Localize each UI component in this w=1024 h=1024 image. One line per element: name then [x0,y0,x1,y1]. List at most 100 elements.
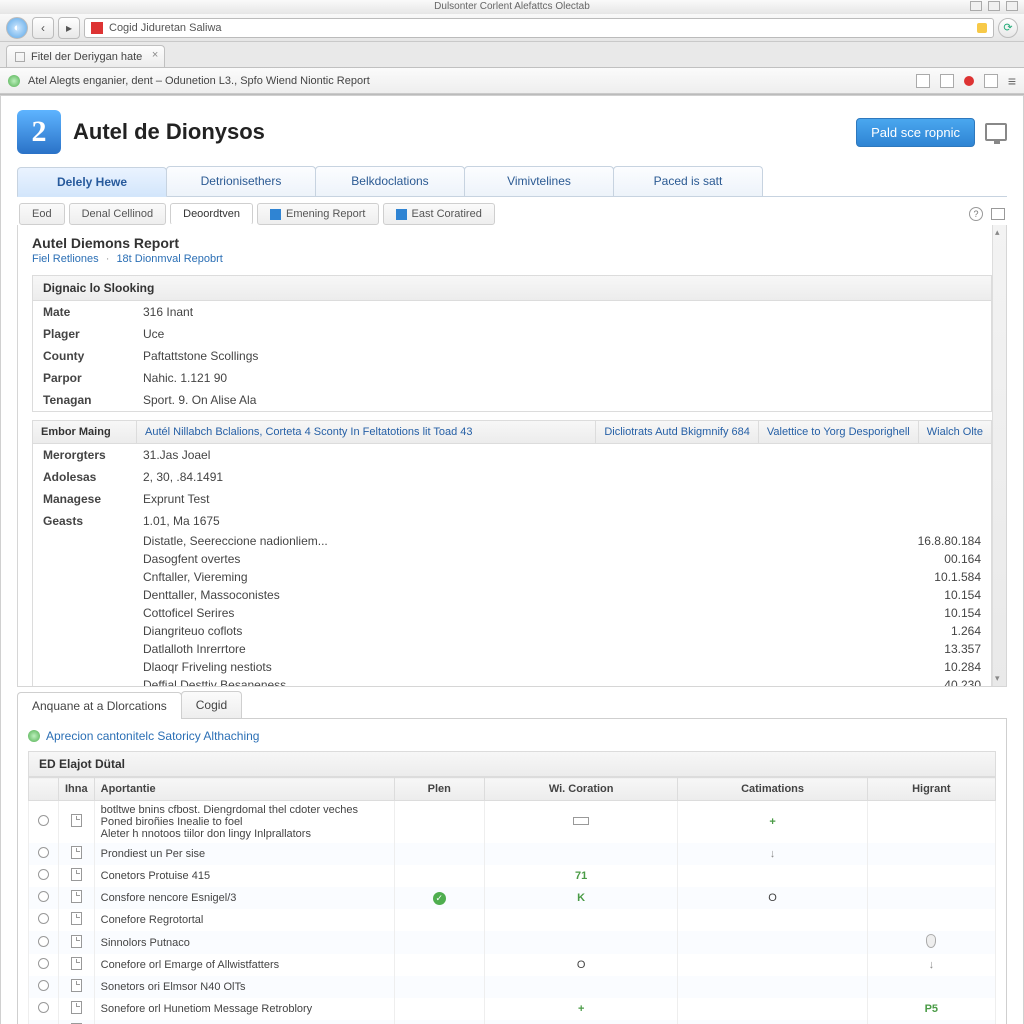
row-name[interactable]: Conefore Regrotortal [94,909,394,931]
lower-tab[interactable]: Cogid [181,691,242,718]
doc-icon[interactable] [71,1001,82,1014]
row-name[interactable]: Sonetors ori Elmsor N40 OlTs [94,976,394,998]
cell-plen [394,931,484,954]
main-tab[interactable]: Paced is satt [613,166,763,196]
ledger-row: Cottoficel Serires10.154 [33,604,991,622]
toolbar-icon[interactable] [916,74,930,88]
row-name[interactable]: Conetors Protuise 415 [94,865,394,887]
row-name[interactable]: Sonefore orl Hunetiom Message Retroblory [94,998,394,1020]
grid-row: Conetors Protuise 41571 [29,865,996,887]
row-radio[interactable] [38,980,49,991]
cell-plen: ✓ [394,887,484,909]
favicon-icon [91,22,103,34]
callout[interactable]: Aprecion cantonitelc Satoricy Althaching [28,727,996,751]
doc-icon[interactable] [71,979,82,992]
pin-icon [926,934,936,948]
grid-row: Sonetors ori Elmsor N40 OlTs [29,976,996,998]
doc-icon[interactable] [71,912,82,925]
toolbar-icon[interactable] [940,74,954,88]
main-tab[interactable]: Delely Hewe [17,167,167,197]
doc-icon[interactable] [71,846,82,859]
toolbar-icon[interactable] [984,74,998,88]
cell-cat [678,954,867,976]
ok-icon [28,730,40,742]
url-bar[interactable]: Cogid Jiduretan Saliwa [84,18,994,38]
tab-close-icon[interactable]: × [152,49,158,61]
help-icon[interactable]: ? [969,207,983,221]
header-link[interactable]: Autél Nillabch Bclalions, Corteta 4 Scon… [137,421,596,443]
reload-button[interactable]: ⟳ [998,18,1018,38]
sub-tab[interactable]: East Coratired [383,203,495,225]
summary-panel: Dignaic lo Slooking Mate316 Inant Plager… [32,275,992,412]
row-name[interactable]: botltwe bnins cfbost. Diengrdomal thel c… [94,801,394,844]
back-button[interactable]: ‹ [32,17,54,39]
cell-cat [678,865,867,887]
doc-icon[interactable] [71,957,82,970]
row-name[interactable]: Prondiest un Per sise [94,843,394,865]
row-radio[interactable] [38,1002,49,1013]
minimize-button[interactable] [970,1,982,11]
cell-hig [867,931,995,954]
grid-col-header[interactable]: Aportantie [94,778,394,801]
sub-tab[interactable]: Denal Cellinod [69,203,167,225]
doc-icon[interactable] [71,814,82,827]
cell-plen [394,865,484,887]
main-tab[interactable]: Belkdoclations [315,166,465,196]
cell-wi [484,801,678,844]
header-link[interactable]: Valettice to Yorg Desporighell [759,421,919,443]
cell-hig [867,801,995,844]
grid-col-header[interactable]: Ihna [59,778,95,801]
main-tab[interactable]: Vimivtelines [464,166,614,196]
row-radio[interactable] [38,869,49,880]
ledger-row: Cnftaller, Viereming10.1.584 [33,568,991,586]
header-cell: Embor Maing [33,421,137,443]
main-tab[interactable]: Detrionisethers [166,166,316,196]
panel-header: Dignaic lo Slooking [33,276,991,301]
breadcrumb-link[interactable]: 18t Dionmval Repobrt [116,253,222,265]
grid-col-header[interactable]: Plen [394,778,484,801]
menu-icon[interactable]: ≡ [1008,73,1016,89]
grid-col-header[interactable] [29,778,59,801]
breadcrumb-link[interactable]: Fiel Retliones [32,253,99,265]
row-radio[interactable] [38,958,49,969]
header-link[interactable]: Dicliotrats Autd Bkigmnify 684 [596,421,759,443]
sub-tab[interactable]: Emening Report [257,203,379,225]
scrollbar[interactable]: ▴▾ [992,225,1006,686]
row-radio[interactable] [38,913,49,924]
row-name[interactable]: Acnolors Suiagitore 2415 [94,1020,394,1024]
maximize-button[interactable] [988,1,1000,11]
ledger-desc: Cottoficel Serires [43,606,901,620]
row-name[interactable]: Sinnolors Putnaco [94,931,394,954]
sub-tab[interactable]: Deoordtven [170,203,253,225]
row-name[interactable]: Conefore orl Emarge of Allwistfatters [94,954,394,976]
expand-icon[interactable] [991,208,1005,220]
close-button[interactable] [1006,1,1018,11]
grid-col-header[interactable]: Wi. Coration [484,778,678,801]
doc-icon[interactable] [71,890,82,903]
lower-tab[interactable]: Anquane at a Dlorcations [17,692,182,719]
row-name[interactable]: Consfore nencore Esnigel/3 [94,887,394,909]
primary-action-button[interactable]: Pald sce ropnic [856,118,975,147]
row-radio[interactable] [38,936,49,947]
forward-button[interactable]: ▸ [58,17,80,39]
doc-icon[interactable] [71,868,82,881]
row-radio[interactable] [38,891,49,902]
doc-icon[interactable] [71,935,82,948]
globe-icon[interactable]: ◐ [6,17,28,39]
details-panel: Embor Maing Autél Nillabch Bclalions, Co… [32,420,992,687]
cell-wi [484,909,678,931]
logo-icon: 2 [17,110,61,154]
window-title: Dulsonter Corlent Alefattcs Olectab [434,1,590,12]
ledger-amount: 00.164 [901,552,981,566]
grid-col-header[interactable]: Higrant [867,778,995,801]
grid-col-header[interactable]: Catimations [678,778,867,801]
sub-tab[interactable]: Eod [19,203,65,225]
monitor-icon[interactable] [985,123,1007,141]
grid-row: Conefore Regrotortal [29,909,996,931]
notification-icon[interactable] [964,76,974,86]
cell-plen [394,976,484,998]
browser-tab[interactable]: Fitel der Deriygan hate × [6,45,165,67]
header-link[interactable]: Wialch Olte [919,421,991,443]
row-radio[interactable] [38,815,49,826]
row-radio[interactable] [38,847,49,858]
